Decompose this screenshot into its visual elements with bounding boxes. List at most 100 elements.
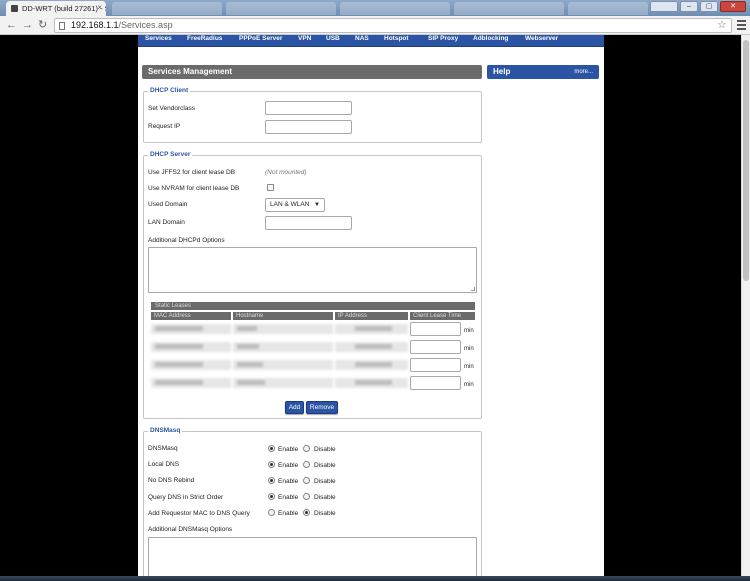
mac-address-field[interactable] xyxy=(151,360,231,370)
browser-tab-title: DD-WRT (build 27261) - S xyxy=(22,4,106,13)
browser-tab-strip: DD-WRT (build 27261) - S × – ▢ ✕ xyxy=(0,0,750,16)
page-viewport: Services FreeRadius PPPoE Server VPN USB… xyxy=(0,35,741,576)
browser-tab[interactable] xyxy=(454,2,564,15)
help-title: Help xyxy=(493,67,511,76)
tab-adblocking[interactable]: Adblocking xyxy=(473,35,508,43)
os-taskbar xyxy=(0,576,750,581)
browser-tab[interactable] xyxy=(112,2,222,15)
hostname-field[interactable] xyxy=(233,342,333,352)
services-submenu: Services FreeRadius PPPoE Server VPN USB… xyxy=(138,35,604,47)
local-dns-disable-radio[interactable] xyxy=(303,461,310,468)
page-title: Services Management xyxy=(142,65,482,79)
additional-dnsmasq-textarea[interactable] xyxy=(148,537,477,576)
lease-time-input[interactable] xyxy=(410,322,461,336)
user-profile-button[interactable] xyxy=(650,1,678,12)
ip-address-field[interactable] xyxy=(335,360,408,370)
strict-order-disable-radio[interactable] xyxy=(303,493,310,500)
hostname-field[interactable] xyxy=(233,378,333,388)
mac-address-field[interactable] xyxy=(151,324,231,334)
additional-dhcpd-textarea[interactable] xyxy=(148,247,477,293)
tab-services[interactable]: Services xyxy=(145,35,172,43)
vertical-scrollbar[interactable] xyxy=(741,35,750,576)
used-domain-select[interactable]: LAN & WLAN ▼ xyxy=(265,198,325,212)
browser-menu-icon[interactable] xyxy=(737,20,746,32)
ip-address-field[interactable] xyxy=(335,378,408,388)
scrollbar-thumb[interactable] xyxy=(743,40,749,281)
tab-nas[interactable]: NAS xyxy=(355,35,369,43)
enable-label: Enable xyxy=(278,462,299,469)
nvram-checkbox[interactable] xyxy=(267,184,274,191)
mac-address-field[interactable] xyxy=(151,342,231,352)
maximize-button[interactable]: ▢ xyxy=(700,1,718,12)
url-path: /Services.asp xyxy=(118,20,173,30)
enable-label: Enable xyxy=(278,446,299,453)
tab-pppoe-server[interactable]: PPPoE Server xyxy=(239,35,282,43)
strict-order-enable-radio[interactable] xyxy=(268,493,275,500)
enable-label: Enable xyxy=(278,510,299,517)
enable-label: Enable xyxy=(278,478,299,485)
add-lease-button[interactable]: Add xyxy=(285,401,304,414)
browser-tab[interactable] xyxy=(340,2,450,15)
lan-domain-input[interactable] xyxy=(265,216,352,230)
tab-hotspot[interactable]: Hotspot xyxy=(384,35,409,43)
hostname-field[interactable] xyxy=(233,324,333,334)
dnsmasq-enable-radio[interactable] xyxy=(268,445,275,452)
local-dns-enable-radio[interactable] xyxy=(268,461,275,468)
static-leases-title: Static Leases xyxy=(151,302,475,310)
browser-toolbar: ← → ↻ 192.168.1.1/Services.asp ☆ xyxy=(0,16,750,35)
resize-grip-icon[interactable] xyxy=(471,287,475,291)
bookmark-star-icon[interactable]: ☆ xyxy=(717,18,727,31)
minimize-button[interactable]: – xyxy=(680,1,698,12)
disable-label: Disable xyxy=(314,446,336,453)
help-more-link[interactable]: more... xyxy=(574,65,593,79)
vendorclass-input[interactable] xyxy=(265,101,352,115)
disable-label: Disable xyxy=(314,462,336,469)
no-dns-rebind-enable-radio[interactable] xyxy=(268,477,275,484)
lease-time-unit: min xyxy=(464,346,474,352)
close-tab-icon[interactable]: × xyxy=(97,3,102,12)
no-dns-rebind-disable-radio[interactable] xyxy=(303,477,310,484)
tab-usb[interactable]: USB xyxy=(326,35,340,43)
tab-sip-proxy[interactable]: SIP Proxy xyxy=(428,35,458,43)
reload-icon[interactable]: ↻ xyxy=(38,19,47,31)
dnsmasq-legend: DNSMasq xyxy=(148,427,183,435)
used-domain-label: Used Domain xyxy=(148,201,188,208)
mac-address-field[interactable] xyxy=(151,378,231,388)
ip-address-field[interactable] xyxy=(335,342,408,352)
back-arrow-icon[interactable]: ← xyxy=(6,19,17,31)
ip-address-field[interactable] xyxy=(335,324,408,334)
address-bar[interactable]: 192.168.1.1/Services.asp xyxy=(54,18,732,33)
tab-freeradius[interactable]: FreeRadius xyxy=(187,35,222,43)
lease-time-input[interactable] xyxy=(410,358,461,372)
dropdown-arrow-icon: ▼ xyxy=(314,202,320,208)
tab-vpn[interactable]: VPN xyxy=(298,35,311,43)
close-window-button[interactable]: ✕ xyxy=(720,1,746,12)
router-favicon-icon xyxy=(11,5,18,12)
requestor-mac-label: Add Requestor MAC to DNS Query xyxy=(148,510,250,517)
requestor-mac-disable-radio[interactable] xyxy=(303,509,310,516)
browser-tab[interactable]: DD-WRT (build 27261) - S × xyxy=(6,1,106,16)
request-ip-label: Request IP xyxy=(148,123,181,130)
request-ip-input[interactable] xyxy=(265,120,352,134)
forward-arrow-icon[interactable]: → xyxy=(22,19,33,31)
column-header-mac: MAC Address xyxy=(151,312,231,320)
lease-time-input[interactable] xyxy=(410,376,461,390)
lease-time-input[interactable] xyxy=(410,340,461,354)
column-header-ip: IP Address xyxy=(335,312,408,320)
strict-order-label: Query DNS in Strict Order xyxy=(148,494,224,501)
jffs2-label: Use JFFS2 for client lease DB xyxy=(148,169,236,176)
browser-tab[interactable] xyxy=(226,2,336,15)
browser-tab[interactable] xyxy=(568,2,648,15)
dhcp-server-section: DHCP Server Use JFFS2 for client lease D… xyxy=(143,151,482,419)
enable-label: Enable xyxy=(278,494,299,501)
remove-lease-button[interactable]: Remove xyxy=(306,401,338,414)
dnsmasq-disable-radio[interactable] xyxy=(303,445,310,452)
window-controls: – ▢ ✕ xyxy=(650,1,746,12)
disable-label: Disable xyxy=(314,494,336,501)
dnsmasq-section: DNSMasq DNSMasq Enable Disable Local DNS… xyxy=(143,427,482,576)
url-host: 192.168.1.1 xyxy=(71,20,119,30)
tab-webserver[interactable]: Webserver xyxy=(525,35,558,43)
hostname-field[interactable] xyxy=(233,360,333,370)
lease-time-unit: min xyxy=(464,364,474,370)
requestor-mac-enable-radio[interactable] xyxy=(268,509,275,516)
